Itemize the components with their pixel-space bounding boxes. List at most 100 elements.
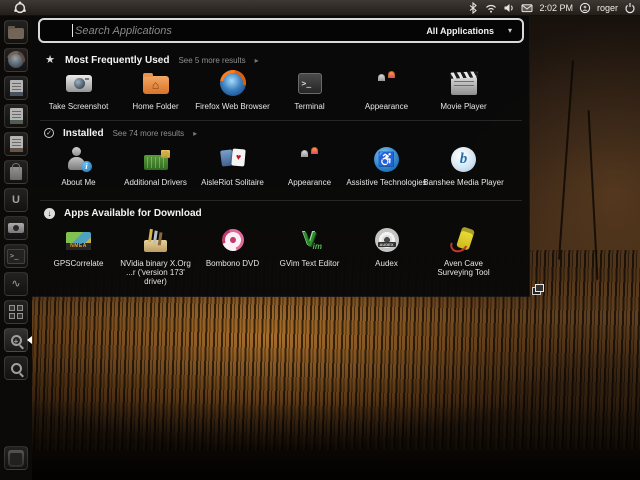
unity-dash: Search Applications All Applications ▾ ★…: [32, 16, 544, 297]
shopping-bags-icon: [296, 146, 324, 172]
wallpaper-fade: [0, 400, 640, 480]
circuit-board-icon: [143, 149, 170, 170]
app-firefox[interactable]: Firefox Web Browser: [194, 67, 271, 111]
terminal-icon: >_: [7, 248, 25, 264]
clock[interactable]: 2:02 PM: [539, 3, 573, 13]
banshee-icon: [451, 146, 476, 172]
files-lens-icon: [10, 362, 22, 374]
toolbox-icon: [142, 228, 169, 253]
camera-icon: [8, 223, 24, 233]
filter-label: All Applications: [426, 25, 494, 36]
workspace-grid-icon: [9, 305, 23, 319]
see-more-link[interactable]: See 5 more results: [178, 56, 245, 65]
shopping-bags-icon: [373, 70, 401, 96]
app-nvidia-driver[interactable]: NVidia binary X.Org ...r ('version 173' …: [117, 224, 194, 286]
launcher-item-files-lens[interactable]: [4, 356, 28, 380]
launcher-item-libreoffice-calc[interactable]: [4, 104, 28, 128]
launcher-item-workspace-switcher[interactable]: [4, 300, 28, 324]
top-panel: 2:02 PM roger: [0, 0, 640, 16]
app-take-screenshot[interactable]: Take Screenshot: [40, 67, 117, 111]
folder-icon: [8, 25, 24, 39]
software-center-bag-icon: [10, 163, 22, 180]
available-apps-row: GPSCorrelate NVidia binary X.Org ...r ('…: [40, 224, 522, 286]
launcher-item-home-folder[interactable]: [4, 20, 28, 44]
section-title: Most Frequently Used: [65, 54, 170, 66]
section-header-installed: ✓ Installed See 74 more results ▸: [44, 126, 197, 140]
app-assistive-technologies[interactable]: Assistive Technologies: [346, 143, 427, 187]
more-arrow-icon: ▸: [193, 128, 198, 138]
system-monitor-icon: ∿: [11, 277, 21, 290]
wifi-icon[interactable]: [485, 2, 497, 14]
search-placeholder: Search Applications: [75, 24, 172, 37]
most-used-apps-row: Take Screenshot ⌂ Home Folder Firefox We…: [40, 67, 522, 111]
ubuntu-logo-icon[interactable]: [13, 1, 27, 15]
user-menu-icon[interactable]: [579, 2, 591, 14]
active-lens-arrow-icon: [23, 336, 32, 344]
app-audex[interactable]: Audex: [348, 224, 425, 286]
dash-expand-icon[interactable]: [532, 284, 544, 295]
app-gvim[interactable]: GVim Text Editor: [271, 224, 348, 286]
section-title: Apps Available for Download: [64, 207, 202, 219]
section-divider: [40, 120, 522, 121]
applications-lens-icon: +: [10, 334, 22, 346]
section-divider: [40, 200, 522, 201]
surveying-device-icon: [450, 228, 477, 253]
gps-map-icon: [66, 232, 91, 250]
launcher-item-firefox[interactable]: [4, 48, 28, 72]
playing-cards-icon: [219, 147, 247, 172]
lock-icon: [161, 150, 169, 157]
accessibility-icon: [374, 146, 399, 172]
app-banshee[interactable]: Banshee Media Player: [423, 143, 504, 187]
app-aven[interactable]: Aven Cave Surveying Tool: [425, 224, 502, 286]
unity-launcher: U >_ ∿ +: [0, 16, 32, 480]
filter-dropdown[interactable]: All Applications ▾: [426, 26, 512, 36]
app-bombono-dvd[interactable]: Bombono DVD: [194, 224, 271, 286]
chevron-down-icon: ▾: [507, 26, 512, 35]
ubuntu-one-icon: U: [12, 193, 20, 206]
star-icon: ★: [45, 54, 55, 66]
app-additional-drivers[interactable]: Additional Drivers: [117, 143, 194, 187]
app-home-folder[interactable]: ⌂ Home Folder: [117, 67, 194, 111]
app-appearance-2[interactable]: Appearance: [271, 143, 348, 187]
home-folder-icon: ⌂: [142, 72, 169, 94]
launcher-item-system-monitor[interactable]: ∿: [4, 272, 28, 296]
download-circle-icon: ↓: [44, 207, 55, 219]
launcher-item-libreoffice-impress[interactable]: [4, 132, 28, 156]
cd-disc-icon: [374, 228, 399, 252]
launcher-item-terminal[interactable]: >_: [4, 244, 28, 268]
launcher-item-camera[interactable]: [4, 216, 28, 240]
check-circle-icon: ✓: [44, 128, 54, 138]
bluetooth-icon[interactable]: [467, 2, 479, 14]
launcher-item-ubuntu-one[interactable]: U: [4, 188, 28, 212]
launcher-item-libreoffice-writer[interactable]: [4, 76, 28, 100]
section-title: Installed: [63, 127, 104, 139]
app-terminal[interactable]: >_ Terminal: [271, 67, 348, 111]
app-movie-player[interactable]: Movie Player: [425, 67, 502, 111]
gvim-icon: [296, 228, 323, 253]
section-header-most-used: ★ Most Frequently Used See 5 more result…: [44, 53, 259, 67]
launcher-item-trash[interactable]: [4, 446, 28, 470]
username[interactable]: roger: [597, 3, 618, 13]
see-more-link[interactable]: See 74 more results: [113, 129, 185, 138]
volume-icon[interactable]: [503, 2, 515, 14]
app-appearance[interactable]: Appearance: [348, 67, 425, 111]
terminal-icon: >_: [297, 72, 322, 94]
trash-icon: [8, 449, 24, 467]
mail-icon[interactable]: [521, 2, 533, 14]
panel-indicators: 2:02 PM roger: [467, 0, 636, 16]
person-icon: [65, 146, 92, 172]
app-aisleriot-solitaire[interactable]: AisleRiot Solitaire: [194, 143, 271, 187]
clapperboard-icon: [450, 76, 477, 95]
search-input[interactable]: Search Applications All Applications ▾: [38, 18, 524, 43]
desktop: 2:02 PM roger U >_ ∿ + Search Applicatio…: [0, 0, 640, 480]
launcher-item-software-center[interactable]: [4, 160, 28, 184]
camera-icon: [65, 74, 92, 92]
calc-spreadsheet-icon: [9, 108, 23, 124]
installed-apps-row: About Me Additional Drivers AisleRiot So…: [40, 143, 522, 187]
power-icon[interactable]: [624, 2, 636, 14]
app-about-me[interactable]: About Me: [40, 143, 117, 187]
app-gpscorrelate[interactable]: GPSCorrelate: [40, 224, 117, 286]
writer-document-icon: [9, 80, 23, 96]
text-caret: [72, 24, 73, 37]
more-arrow-icon: ▸: [254, 55, 259, 65]
